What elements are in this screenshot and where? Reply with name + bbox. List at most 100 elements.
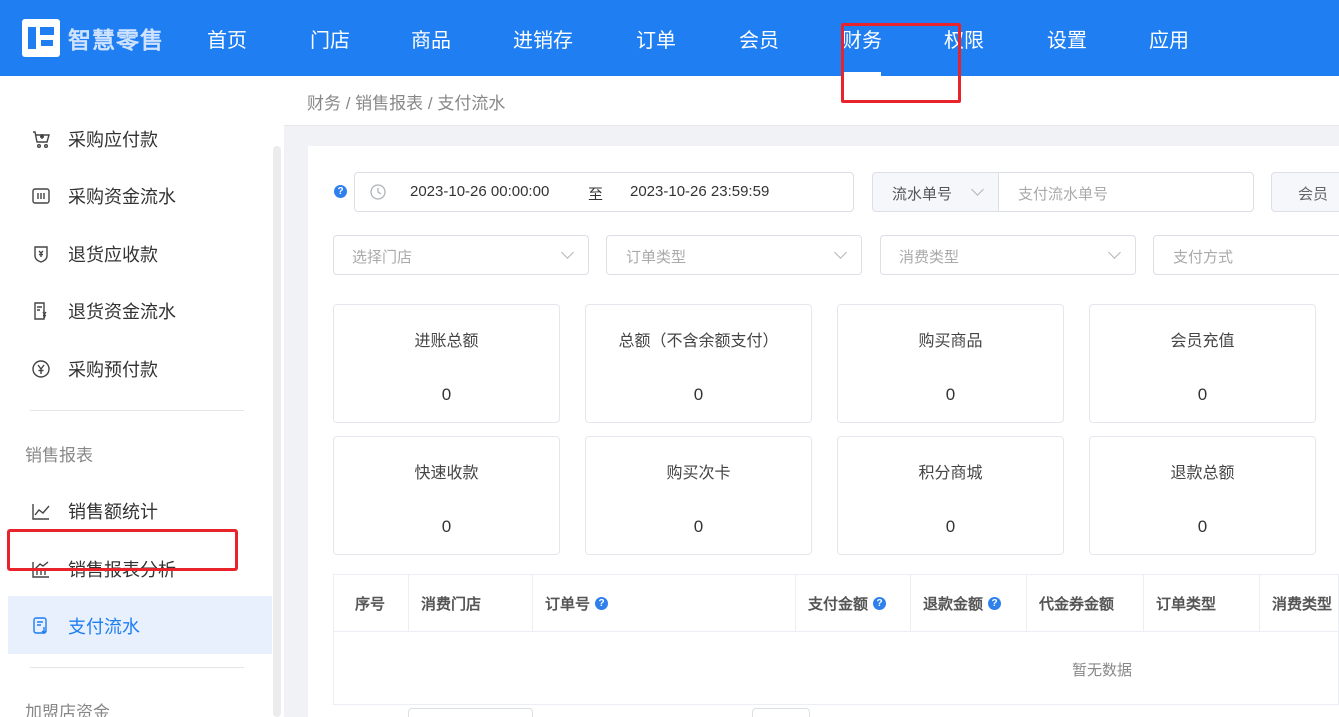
table-empty-text: 暂无数据 <box>1072 662 1133 679</box>
help-icon[interactable]: ? <box>334 185 347 198</box>
flow-type-select[interactable]: 流水单号 <box>872 172 999 212</box>
yen-circle-icon <box>30 358 52 380</box>
consume-type-placeholder: 消费类型 <box>899 249 960 266</box>
column-header-label: 消费门店 <box>421 595 482 613</box>
sidebar-item-label: 采购预付款 <box>68 360 158 380</box>
breadcrumb-bar: 财务 / 销售报表 / 支付流水 <box>284 76 1339 126</box>
sidebar-group-sales: 销售报表 <box>25 446 93 465</box>
nav-settings[interactable]: 设置 <box>1047 24 1087 53</box>
logo[interactable]: 智慧零售 <box>22 18 164 58</box>
stat-value: 0 <box>1197 385 1208 404</box>
help-icon[interactable]: ? <box>595 596 609 610</box>
help-icon[interactable]: ? <box>988 596 1002 610</box>
stat-label: 总额（不含余额支付） <box>618 333 779 350</box>
date-range-picker[interactable]: 2023-10-26 00:00:00 至 2023-10-26 23:59:5… <box>354 172 854 212</box>
clock-icon <box>369 183 387 205</box>
sidebar-item-payment-flow[interactable]: 支付流水 <box>30 613 140 639</box>
chevron-down-icon <box>834 246 847 259</box>
stat-value: 0 <box>945 517 956 536</box>
line-chart-icon <box>30 500 52 522</box>
column-header-refund-amount: 退款金额 ? <box>911 575 1027 631</box>
column-header-label: 订单号 <box>545 595 591 613</box>
nav-stores[interactable]: 门店 <box>310 24 350 53</box>
column-header-label: 序号 <box>355 595 386 613</box>
highlight-box-sidebar <box>7 529 238 571</box>
column-header-store: 消费门店 <box>409 575 533 631</box>
sidebar-item-sales-stats[interactable]: 销售额统计 <box>30 498 158 524</box>
stat-card-member-recharge: 会员充值 0 <box>1089 304 1316 423</box>
column-header-index: 序号 <box>334 575 409 631</box>
stat-card-refund-total: 退款总额 0 <box>1089 436 1316 555</box>
stat-card-income-total: 进账总额 0 <box>333 304 560 423</box>
stat-value: 0 <box>945 385 956 404</box>
payment-flow-table: 序号 消费门店 订单号 ? 支付金额 ? 退款金额 ? 代金券金额 订单类型 消… <box>333 574 1339 705</box>
nav-apps[interactable]: 应用 <box>1149 24 1189 53</box>
stat-value: 0 <box>441 385 452 404</box>
stat-card-buy-products: 购买商品 0 <box>837 304 1064 423</box>
stat-card-points-mall: 积分商城 0 <box>837 436 1064 555</box>
chevron-down-icon <box>971 183 984 196</box>
member-select[interactable]: 会员 <box>1271 172 1339 212</box>
stat-label: 退款总额 <box>1170 465 1235 482</box>
store-placeholder: 选择门店 <box>352 249 413 266</box>
column-header-label: 支付金额 <box>808 595 869 613</box>
column-header-consume-type: 消费类型 <box>1260 575 1339 631</box>
nav-inventory[interactable]: 进销存 <box>513 24 573 53</box>
flow-number-input[interactable]: 支付流水单号 <box>998 172 1254 212</box>
stat-value: 0 <box>693 385 704 404</box>
nav-home[interactable]: 首页 <box>207 24 247 53</box>
page-jump-input[interactable] <box>752 708 810 717</box>
sidebar-item-purchase-prepay[interactable]: 采购预付款 <box>30 356 158 382</box>
receipt-yen-icon <box>30 300 52 322</box>
pay-method-placeholder: 支付方式 <box>1173 249 1234 266</box>
stat-label: 快速收款 <box>414 465 479 482</box>
pay-method-select[interactable]: 支付方式 <box>1153 235 1339 275</box>
date-start[interactable]: 2023-10-26 00:00:00 <box>410 183 549 200</box>
date-separator: 至 <box>588 186 604 203</box>
stat-label: 会员充值 <box>1170 333 1235 350</box>
page-size-select[interactable] <box>408 708 533 717</box>
highlight-box-nav <box>841 23 961 103</box>
chevron-down-icon <box>1108 246 1121 259</box>
stat-value: 0 <box>693 517 704 536</box>
shield-yen-icon <box>30 243 52 265</box>
nav-members[interactable]: 会员 <box>739 24 779 53</box>
table-header-divider <box>334 631 1338 632</box>
column-header-label: 代金券金额 <box>1039 595 1115 613</box>
sidebar-item-purchase-payable[interactable]: 采购应付款 <box>30 126 158 152</box>
store-select[interactable]: 选择门店 <box>333 235 589 275</box>
ledger-icon <box>30 185 52 207</box>
sidebar-item-return-flow[interactable]: 退货资金流水 <box>30 298 176 324</box>
stat-card-quick-collect: 快速收款 0 <box>333 436 560 555</box>
sidebar-group-franchise: 加盟店资金 <box>25 703 110 717</box>
stat-card-buy-times-card: 购买次卡 0 <box>585 436 812 555</box>
nav-products[interactable]: 商品 <box>411 24 451 53</box>
payment-flow-icon <box>30 615 52 637</box>
help-icon[interactable]: ? <box>873 596 887 610</box>
sidebar-item-return-receivable[interactable]: 退货应收款 <box>30 241 158 267</box>
sidebar-item-purchase-flow[interactable]: 采购资金流水 <box>30 183 176 209</box>
nav-orders[interactable]: 订单 <box>636 24 676 53</box>
column-header-label: 退款金额 <box>923 595 984 613</box>
chevron-down-icon <box>561 246 574 259</box>
sidebar-item-label: 采购应付款 <box>68 130 158 150</box>
stat-label: 购买次卡 <box>666 465 731 482</box>
flow-number-placeholder: 支付流水单号 <box>1018 186 1109 203</box>
sidebar-item-label: 销售额统计 <box>68 502 158 522</box>
stat-card-total-excl-balance: 总额（不含余额支付） 0 <box>585 304 812 423</box>
sidebar-scrollbar[interactable] <box>273 146 281 717</box>
order-type-select[interactable]: 订单类型 <box>606 235 862 275</box>
column-header-label: 消费类型 <box>1272 595 1333 613</box>
breadcrumb: 财务 / 销售报表 / 支付流水 <box>307 94 506 113</box>
flow-type-value: 流水单号 <box>892 186 953 203</box>
column-header-order-no: 订单号 ? <box>533 575 796 631</box>
consume-type-select[interactable]: 消费类型 <box>880 235 1136 275</box>
sidebar-item-label: 支付流水 <box>68 617 140 637</box>
date-end[interactable]: 2023-10-26 23:59:59 <box>630 183 769 200</box>
member-label: 会员 <box>1298 186 1329 203</box>
top-navbar: 智慧零售 首页 门店 商品 进销存 订单 会员 财务 权限 设置 应用 <box>0 0 1339 76</box>
column-header-voucher-amount: 代金券金额 <box>1027 575 1144 631</box>
stat-label: 积分商城 <box>918 465 983 482</box>
logo-icon <box>22 19 60 57</box>
column-header-pay-amount: 支付金额 ? <box>796 575 911 631</box>
